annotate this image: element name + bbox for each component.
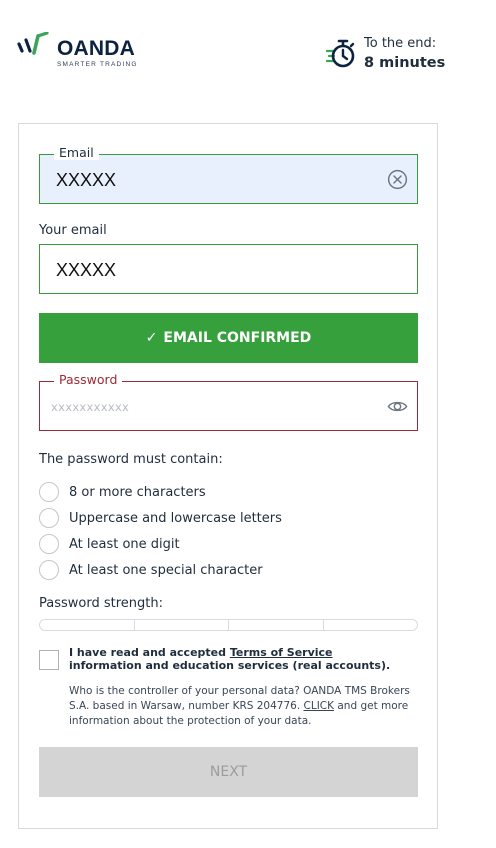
password-field-label: Password (54, 373, 123, 387)
your-email-field[interactable]: XXXXX (39, 244, 418, 294)
strength-segment (135, 620, 229, 630)
requirement-label: Uppercase and lowercase letters (69, 510, 282, 526)
password-strength-label: Password strength: (39, 596, 163, 611)
password-field[interactable]: Password xxxxxxxxxxx (39, 373, 418, 431)
oanda-logo: OANDA SMARTER TRADING (17, 32, 147, 72)
privacy-click-link[interactable]: CLICK (304, 700, 335, 712)
strength-segment (40, 620, 135, 630)
clear-icon[interactable] (387, 169, 408, 190)
requirement-status-icon (39, 482, 59, 502)
stopwatch-icon (326, 39, 355, 68)
requirement-item: Uppercase and lowercase letters (39, 508, 282, 528)
email-confirmed-button[interactable]: ✓ EMAIL CONFIRMED (39, 313, 418, 363)
timer-label: To the end: (364, 36, 437, 51)
terms-text-after: information and education services (real… (69, 659, 391, 672)
terms-of-service-link[interactable]: Terms of Service (230, 646, 333, 659)
next-button[interactable]: NEXT (39, 747, 418, 797)
password-placeholder: xxxxxxxxxxx (51, 400, 130, 414)
requirement-status-icon (39, 508, 59, 528)
check-icon: ✓ (145, 330, 158, 346)
terms-text-before: I have read and accepted (69, 646, 230, 659)
brand-tagline: SMARTER TRADING (57, 61, 138, 68)
brand-name: OANDA (57, 37, 135, 60)
privacy-notice: Who is the controller of your personal d… (69, 684, 414, 729)
terms-text: I have read and accepted Terms of Servic… (69, 646, 404, 672)
email-field-label: Email (54, 146, 99, 160)
requirement-status-icon (39, 534, 59, 554)
requirement-item: At least one special character (39, 560, 263, 580)
your-email-value[interactable]: XXXXX (56, 260, 356, 281)
requirement-label: 8 or more characters (69, 484, 206, 500)
terms-checkbox[interactable] (39, 650, 59, 670)
your-email-label: Your email (39, 223, 107, 238)
requirement-item: 8 or more characters (39, 482, 206, 502)
requirement-status-icon (39, 560, 59, 580)
oanda-logo-icon (17, 32, 49, 55)
eye-icon[interactable] (387, 396, 408, 417)
email-confirmed-label: EMAIL CONFIRMED (163, 330, 312, 346)
countdown-timer: To the end: 8 minutes (326, 35, 486, 75)
password-requirements-title: The password must contain: (39, 452, 223, 467)
email-field-value[interactable]: XXXXX (56, 170, 356, 191)
email-field[interactable]: Email XXXXX (39, 146, 418, 204)
password-strength-meter (39, 619, 418, 631)
timer-value: 8 minutes (364, 55, 446, 71)
requirement-label: At least one special character (69, 562, 263, 578)
requirement-label: At least one digit (69, 536, 180, 552)
requirement-item: At least one digit (39, 534, 180, 554)
strength-segment (229, 620, 324, 630)
registration-card: Email XXXXX Your email XXXXX ✓ EMAIL CON… (18, 123, 438, 829)
strength-segment (324, 620, 418, 630)
